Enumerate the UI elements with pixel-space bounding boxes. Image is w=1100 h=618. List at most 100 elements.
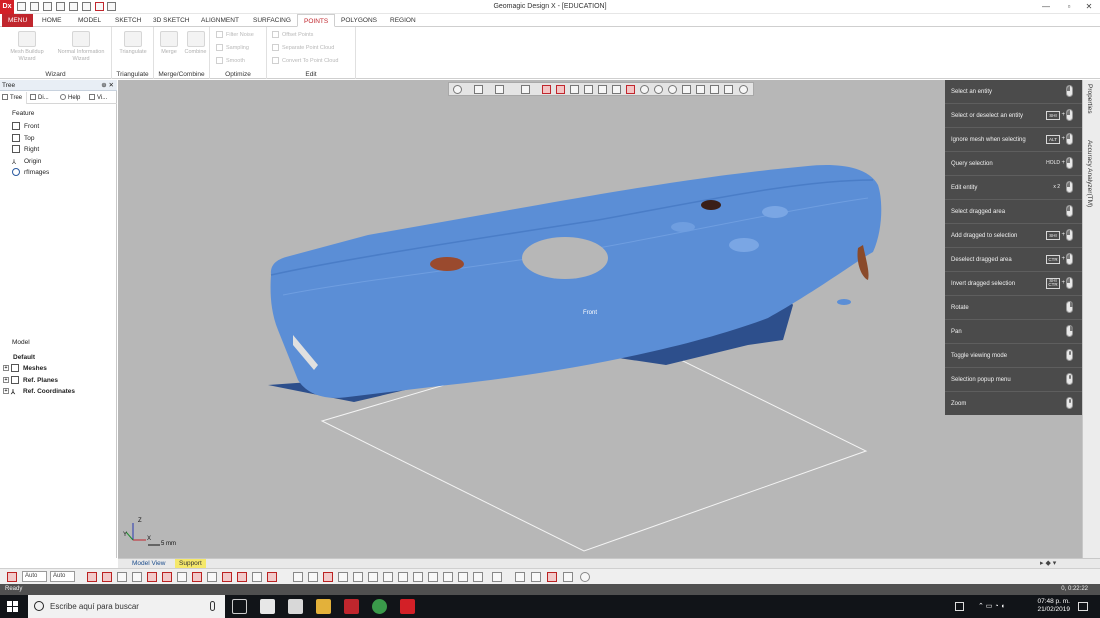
display-icon[interactable]	[580, 572, 590, 582]
tab-menu[interactable]: MENU	[2, 14, 34, 27]
tree-item-ref-planes[interactable]: + Ref. Planes	[3, 375, 58, 386]
file-explorer-icon[interactable]	[316, 599, 331, 614]
expand-icon[interactable]: +	[3, 377, 9, 384]
microphone-icon[interactable]	[210, 601, 215, 611]
view-display-icon[interactable]	[495, 85, 504, 94]
normal-info-wizard-button[interactable]: Normal Information Wizard	[54, 31, 108, 63]
select-icon[interactable]	[368, 572, 378, 582]
filter-noise-button[interactable]: Filter Noise	[216, 30, 254, 40]
triangulate-button[interactable]: Triangulate	[114, 31, 152, 56]
tree-item-origin[interactable]: ⅄ Origin	[12, 156, 41, 167]
select-icon[interactable]	[338, 572, 348, 582]
solidworks-icon[interactable]	[344, 599, 359, 614]
tab-model[interactable]: MODEL	[72, 14, 107, 27]
tab-3d-sketch[interactable]: 3D SKETCH	[147, 14, 195, 27]
filter-icon[interactable]	[237, 572, 247, 582]
select-icon[interactable]	[353, 572, 363, 582]
view-select-icon[interactable]	[453, 85, 462, 94]
tab-points[interactable]: POINTS	[297, 14, 336, 27]
open-file-icon[interactable]	[30, 2, 39, 11]
tab-display[interactable]: Di...	[28, 92, 56, 104]
design-x-icon[interactable]	[400, 599, 415, 614]
view-box-icon[interactable]	[474, 85, 483, 94]
tree-item-right[interactable]: Right	[12, 144, 39, 155]
select-icon[interactable]	[443, 572, 453, 582]
select-icon[interactable]	[458, 572, 468, 582]
view-left-icon[interactable]	[570, 85, 579, 94]
windows-start-icon[interactable]	[7, 601, 18, 612]
expand-icon[interactable]: +	[3, 388, 9, 395]
tab-surfacing[interactable]: SURFACING	[247, 14, 297, 27]
selection-type-combo[interactable]: Auto	[50, 571, 75, 582]
view-line-icon[interactable]	[612, 85, 621, 94]
tab-view[interactable]: Vi...	[87, 92, 115, 104]
minimize-button[interactable]: —	[1035, 0, 1057, 14]
filter-icon[interactable]	[222, 572, 232, 582]
view-pan-icon[interactable]	[654, 85, 663, 94]
tree-item-front[interactable]: Front	[12, 121, 39, 132]
select-icon[interactable]	[428, 572, 438, 582]
merge-button[interactable]: Merge	[156, 31, 182, 56]
filter-icon[interactable]	[132, 572, 142, 582]
view-back-icon[interactable]	[556, 85, 565, 94]
convert-to-point-cloud-button[interactable]: Convert To Point Cloud	[272, 56, 338, 66]
select-icon[interactable]	[473, 572, 483, 582]
app-logo[interactable]: Dx	[0, 0, 14, 14]
filter-icon[interactable]	[192, 572, 202, 582]
filter-icon[interactable]	[117, 572, 127, 582]
tab-tree[interactable]: Tree	[0, 92, 27, 104]
settings-icon[interactable]	[82, 2, 91, 11]
import-icon[interactable]	[56, 2, 65, 11]
tab-help[interactable]: Help	[58, 92, 86, 104]
filter-icon[interactable]	[252, 572, 262, 582]
task-view-icon[interactable]	[232, 599, 247, 614]
taskbar-search-box[interactable]: Escribe aquí para buscar	[28, 595, 225, 618]
pin-close-icons[interactable]: ⊕ ✕	[101, 80, 114, 91]
view-zoom-icon[interactable]	[640, 85, 649, 94]
sampling-button[interactable]: Sampling	[216, 43, 249, 53]
select-icon[interactable]	[323, 572, 333, 582]
tree-item-meshes[interactable]: + Meshes	[3, 363, 47, 374]
tree-item-default[interactable]: Default	[13, 352, 35, 363]
filter-icon[interactable]	[162, 572, 172, 582]
display-icon[interactable]	[515, 572, 525, 582]
filter-icon[interactable]	[267, 572, 277, 582]
view-brush-icon[interactable]	[710, 85, 719, 94]
select-icon[interactable]	[398, 572, 408, 582]
tab-polygons[interactable]: POLYGONS	[335, 14, 383, 27]
3d-viewport[interactable]: Z Y X Front 5 mm	[118, 80, 1082, 558]
select-all-icon[interactable]	[293, 572, 303, 582]
tree-item-top[interactable]: Top	[12, 133, 34, 144]
display-icon[interactable]	[547, 572, 557, 582]
notification-icon[interactable]	[1078, 602, 1088, 611]
tab-home[interactable]: HOME	[36, 14, 68, 27]
view-lasso-icon[interactable]	[682, 85, 691, 94]
view-right-icon[interactable]	[584, 85, 593, 94]
view-fit-icon[interactable]	[626, 85, 635, 94]
taskbar-clock[interactable]: 07:48 p. m. 21/02/2019	[1037, 598, 1070, 614]
maximize-button[interactable]: ▫	[1058, 0, 1080, 14]
close-button[interactable]: ✕	[1078, 0, 1100, 14]
view-iso-icon[interactable]	[598, 85, 607, 94]
filter-icon[interactable]	[177, 572, 187, 582]
selection-mode-combo[interactable]: Auto	[22, 571, 47, 582]
select-icon[interactable]	[383, 572, 393, 582]
tab-region[interactable]: REGION	[384, 14, 422, 27]
view-cube-icon[interactable]	[521, 85, 530, 94]
view-front-icon[interactable]	[542, 85, 551, 94]
view-rotate-icon[interactable]	[668, 85, 677, 94]
separate-point-cloud-button[interactable]: Separate Point Cloud	[272, 43, 334, 53]
tree-item-ref-coordinates[interactable]: + ⅄ Ref. Coordinates	[3, 386, 75, 397]
filter-icon[interactable]	[87, 572, 97, 582]
new-file-icon[interactable]	[17, 2, 26, 11]
mail-icon[interactable]	[288, 599, 303, 614]
tab-accuracy-analyzer[interactable]: Accuracy Analyzer(TM)	[1086, 140, 1093, 207]
chrome-icon[interactable]	[372, 599, 387, 614]
combine-button[interactable]: Combine	[182, 31, 209, 56]
filter-icon[interactable]	[207, 572, 217, 582]
tree-item-rfimages[interactable]: rfImages	[12, 167, 49, 178]
mesh-body[interactable]	[270, 165, 882, 398]
store-icon[interactable]	[260, 599, 275, 614]
display-icon[interactable]	[531, 572, 541, 582]
view-filter-icon[interactable]	[724, 85, 733, 94]
